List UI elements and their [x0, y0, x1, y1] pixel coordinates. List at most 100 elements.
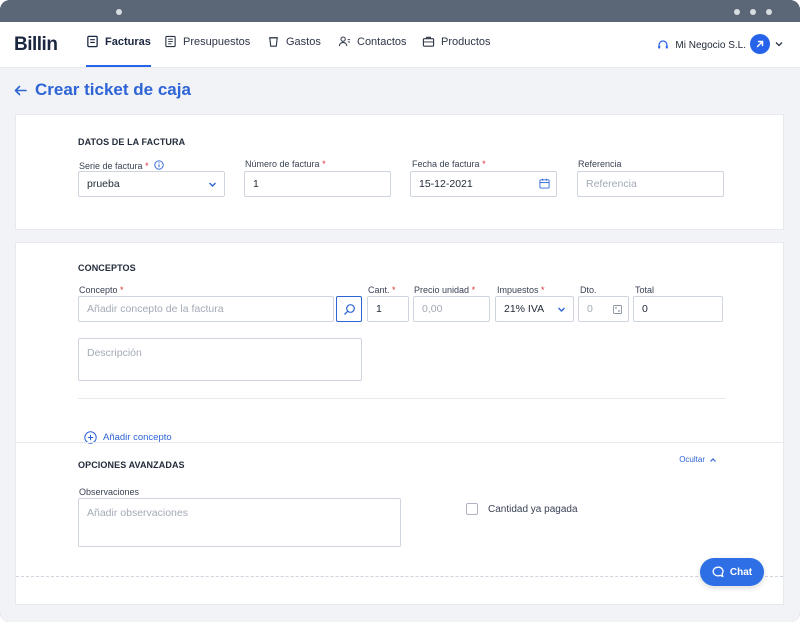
tax-label-text: Impuestos — [497, 285, 539, 295]
window-menu-dots[interactable] — [734, 9, 772, 15]
nav-label: Productos — [441, 36, 491, 48]
nav-item-facturas[interactable]: Facturas — [86, 35, 151, 68]
budget-icon — [165, 35, 176, 48]
window-dot — [116, 9, 122, 15]
company-name: Mi Negocio S.L. — [675, 39, 746, 51]
required-mark: * — [541, 285, 545, 295]
nav-label: Contactos — [357, 36, 407, 48]
dot — [766, 9, 772, 15]
unit-price-label-text: Precio unidad — [414, 285, 470, 295]
reference-input[interactable]: Referencia — [577, 171, 724, 197]
concepts-card: CONCEPTOS Concepto * Añadir concepto de … — [15, 242, 784, 605]
app-window: Billin Facturas Presupuestos Gastos Cont… — [0, 0, 800, 622]
total-value: 0 — [642, 303, 648, 315]
user-avatar-button[interactable] — [750, 34, 770, 54]
section-divider — [16, 442, 783, 443]
toggle-label: Ocultar — [679, 455, 705, 464]
top-navigation: Billin Facturas Presupuestos Gastos Cont… — [0, 22, 800, 68]
calendar-icon[interactable] — [539, 178, 550, 189]
required-mark: * — [322, 159, 326, 169]
quantity-input[interactable]: 1 — [367, 296, 409, 322]
concept-placeholder: Añadir concepto de la factura — [87, 303, 224, 315]
logo[interactable]: Billin — [14, 34, 58, 56]
nav-item-productos[interactable]: Productos — [422, 36, 491, 68]
invoice-date-input[interactable]: 15-12-2021 — [410, 171, 557, 197]
section-title-advanced: OPCIONES AVANZADAS — [78, 460, 185, 470]
required-mark: * — [392, 285, 396, 295]
total-label: Total — [635, 285, 655, 295]
products-icon — [422, 36, 435, 47]
percent-toggle-icon[interactable] — [613, 305, 622, 314]
expense-cup-icon — [269, 37, 278, 47]
quantity-value: 1 — [376, 303, 382, 315]
app-viewport: Billin Facturas Presupuestos Gastos Cont… — [0, 22, 800, 622]
info-icon[interactable] — [154, 160, 164, 170]
paid-amount-checkbox[interactable] — [466, 503, 478, 515]
paid-amount-option[interactable]: Cantidad ya pagada — [466, 503, 578, 515]
date-label: Fecha de factura * — [412, 159, 486, 169]
series-label-text: Serie de factura — [79, 161, 143, 171]
discount-placeholder: 0 — [587, 303, 593, 315]
section-title-invoice-data: DATOS DE LA FACTURA — [78, 137, 186, 147]
chevron-up-icon — [710, 457, 716, 462]
contacts-icon — [338, 36, 351, 47]
tax-value: 21% IVA — [504, 303, 545, 315]
paid-amount-label: Cantidad ya pagada — [488, 503, 578, 515]
required-mark: * — [120, 285, 124, 295]
unit-price-placeholder: 0,00 — [422, 303, 443, 315]
window-chrome — [0, 0, 800, 22]
discount-input[interactable]: 0 — [578, 296, 629, 322]
observations-placeholder: Añadir observaciones — [87, 507, 188, 519]
description-placeholder: Descripción — [87, 347, 142, 359]
series-select[interactable]: prueba — [78, 171, 225, 197]
nav-item-contactos[interactable]: Contactos — [338, 36, 407, 68]
chat-bubble-icon — [712, 566, 724, 578]
required-mark: * — [471, 285, 476, 295]
required-mark: * — [145, 161, 149, 171]
company-selector[interactable]: Mi Negocio S.L. — [657, 39, 746, 51]
observations-textarea[interactable]: Añadir observaciones — [78, 498, 401, 547]
invoice-number-input[interactable]: 1 — [244, 171, 391, 197]
chat-label: Chat — [729, 566, 753, 578]
invoice-date-value: 15-12-2021 — [419, 178, 473, 190]
hide-advanced-toggle[interactable]: Ocultar — [679, 455, 717, 464]
divider — [78, 398, 726, 399]
unit-price-label: Precio unidad * — [414, 285, 475, 295]
support-headset-icon — [658, 40, 669, 49]
total-field: 0 — [633, 296, 723, 322]
invoice-number-value: 1 — [253, 178, 259, 190]
qty-label: Cant. * — [368, 285, 396, 295]
concept-label-text: Concepto — [79, 285, 118, 295]
arrow-up-right-icon — [756, 40, 764, 48]
back-arrow-icon[interactable] — [14, 85, 27, 96]
chat-button[interactable]: Chat — [700, 558, 764, 586]
invoice-data-card: DATOS DE LA FACTURA Serie de factura * p… — [15, 114, 784, 230]
page-title: Crear ticket de caja — [35, 80, 191, 99]
nav-item-presupuestos[interactable]: Presupuestos — [164, 35, 250, 68]
nav-item-gastos[interactable]: Gastos — [267, 36, 321, 68]
chevron-down-icon[interactable] — [774, 39, 784, 49]
number-label-text: Número de factura — [245, 159, 320, 169]
dot — [750, 9, 756, 15]
concept-label: Concepto * — [79, 285, 124, 295]
concept-search-button[interactable] — [336, 296, 362, 322]
description-textarea[interactable]: Descripción — [78, 338, 362, 381]
date-label-text: Fecha de factura — [412, 159, 480, 169]
dashed-separator — [16, 576, 783, 577]
tax-label: Impuestos * — [497, 285, 545, 295]
observations-label: Observaciones — [79, 487, 140, 497]
nav-label: Gastos — [286, 36, 321, 48]
tax-select[interactable]: 21% IVA — [495, 296, 574, 322]
qty-label-text: Cant. — [368, 285, 390, 295]
page-header: Crear ticket de caja — [14, 80, 191, 100]
search-icon — [343, 303, 355, 315]
number-label: Número de factura * — [245, 159, 326, 169]
unit-price-input[interactable]: 0,00 — [413, 296, 490, 322]
invoice-icon — [87, 35, 98, 48]
section-title-concepts: CONCEPTOS — [78, 263, 136, 273]
concept-input[interactable]: Añadir concepto de la factura — [78, 296, 334, 322]
reference-label: Referencia — [578, 159, 622, 169]
dot — [734, 9, 740, 15]
required-mark: * — [482, 159, 486, 169]
discount-label: Dto. — [580, 285, 597, 295]
